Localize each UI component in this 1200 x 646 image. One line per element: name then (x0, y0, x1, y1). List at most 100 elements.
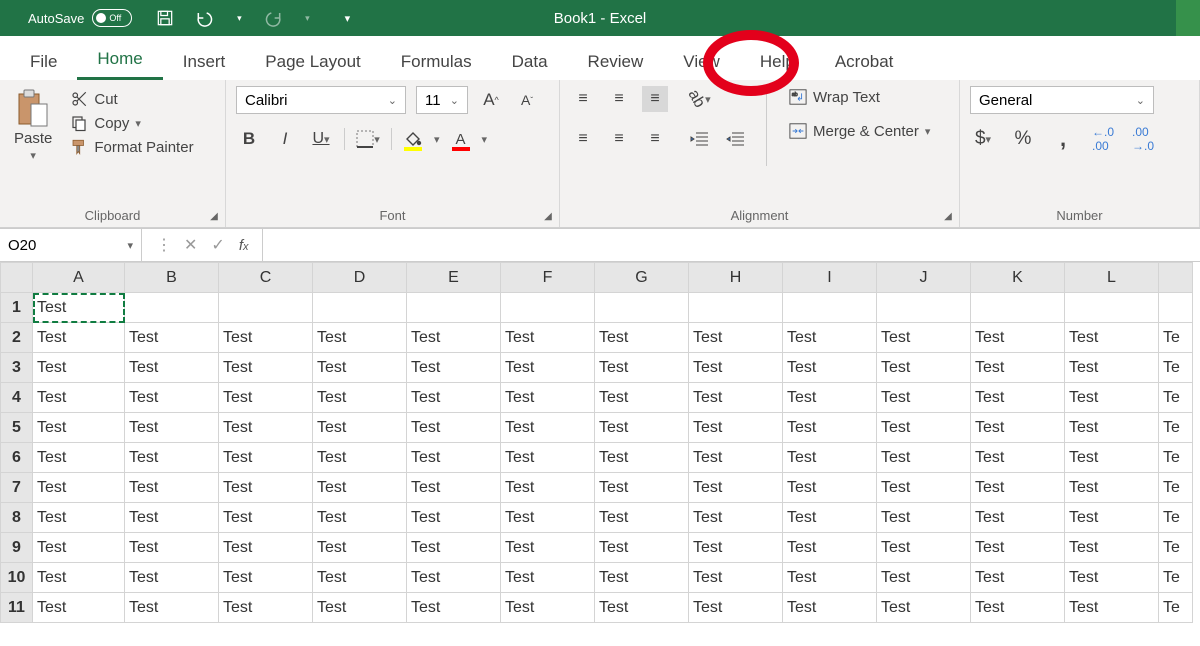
more-icon[interactable]: ⋮ (156, 235, 170, 255)
cell[interactable]: Test (125, 473, 219, 503)
cell[interactable]: Test (501, 413, 595, 443)
cell[interactable]: Test (783, 473, 877, 503)
enter-icon[interactable]: ✓ (211, 235, 224, 255)
cell[interactable]: Test (971, 533, 1065, 563)
cell[interactable]: Test (971, 473, 1065, 503)
cell[interactable]: Test (33, 383, 125, 413)
column-header[interactable]: J (877, 263, 971, 293)
cell[interactable]: Test (125, 323, 219, 353)
row-header[interactable]: 11 (1, 593, 33, 623)
cell[interactable]: Test (313, 503, 407, 533)
cell[interactable]: Test (33, 503, 125, 533)
align-center-icon[interactable]: ≡ (606, 126, 632, 152)
cell[interactable]: Test (1065, 413, 1159, 443)
row-header[interactable]: 1 (1, 293, 33, 323)
merge-center-button[interactable]: Merge & Center ▾ (785, 120, 934, 142)
cell[interactable]: Test (125, 593, 219, 623)
cell[interactable]: Test (877, 383, 971, 413)
row-header[interactable]: 8 (1, 503, 33, 533)
align-middle-icon[interactable]: ≡ (606, 86, 632, 112)
cell[interactable]: Test (501, 383, 595, 413)
cell[interactable]: Te (1159, 473, 1193, 503)
cell[interactable]: Test (125, 383, 219, 413)
cell[interactable]: Te (1159, 413, 1193, 443)
cell[interactable]: Test (125, 353, 219, 383)
cell[interactable]: Test (125, 533, 219, 563)
cell[interactable]: Test (501, 593, 595, 623)
wrap-text-button[interactable]: ab Wrap Text (785, 86, 934, 108)
cell[interactable]: Te (1159, 323, 1193, 353)
cell[interactable]: Test (313, 443, 407, 473)
cell[interactable]: Test (33, 533, 125, 563)
column-header[interactable]: B (125, 263, 219, 293)
cell[interactable]: Test (33, 593, 125, 623)
cell[interactable] (783, 293, 877, 323)
column-header[interactable] (1159, 263, 1193, 293)
cell[interactable]: Te (1159, 443, 1193, 473)
cell[interactable]: Test (33, 443, 125, 473)
cell[interactable]: Test (783, 563, 877, 593)
cell[interactable]: Test (407, 383, 501, 413)
number-format-select[interactable]: General ⌄ (970, 86, 1154, 114)
cell[interactable]: Test (313, 593, 407, 623)
dialog-launcher-icon[interactable]: ◢ (541, 209, 555, 223)
cell[interactable]: Test (877, 563, 971, 593)
cell[interactable]: Test (501, 533, 595, 563)
cell[interactable]: Test (783, 593, 877, 623)
row-header[interactable]: 9 (1, 533, 33, 563)
cell[interactable]: Test (877, 413, 971, 443)
cell[interactable]: Test (595, 593, 689, 623)
tab-insert[interactable]: Insert (163, 42, 246, 80)
cell[interactable]: Test (689, 503, 783, 533)
cell[interactable]: Test (219, 503, 313, 533)
cell[interactable] (219, 293, 313, 323)
tab-data[interactable]: Data (492, 42, 568, 80)
tab-review[interactable]: Review (568, 42, 664, 80)
cell[interactable]: Test (689, 413, 783, 443)
cell[interactable]: Test (689, 323, 783, 353)
cell[interactable]: Test (689, 593, 783, 623)
chevron-down-icon[interactable]: ▾ (434, 133, 440, 146)
cell[interactable]: Test (595, 503, 689, 533)
percent-button[interactable]: % (1010, 126, 1036, 152)
cell[interactable]: Test (33, 293, 125, 323)
cell[interactable]: Test (501, 503, 595, 533)
cell[interactable]: Test (877, 353, 971, 383)
cell[interactable]: Test (595, 383, 689, 413)
underline-button[interactable]: U ▾ (308, 126, 334, 152)
increase-font-icon[interactable]: A^ (478, 87, 504, 113)
cell[interactable]: Test (1065, 353, 1159, 383)
cell[interactable]: Test (501, 353, 595, 383)
cell[interactable]: Test (971, 383, 1065, 413)
cell[interactable]: Test (407, 503, 501, 533)
cell[interactable]: Test (219, 533, 313, 563)
cell[interactable]: Test (595, 323, 689, 353)
cell[interactable]: Test (971, 353, 1065, 383)
cell[interactable]: Test (971, 323, 1065, 353)
cell[interactable]: Test (689, 563, 783, 593)
row-header[interactable]: 4 (1, 383, 33, 413)
column-header[interactable]: F (501, 263, 595, 293)
cell[interactable] (125, 293, 219, 323)
redo-icon[interactable] (262, 7, 284, 29)
column-header[interactable]: K (971, 263, 1065, 293)
row-header[interactable]: 10 (1, 563, 33, 593)
column-header[interactable]: I (783, 263, 877, 293)
cell[interactable]: Test (595, 353, 689, 383)
row-header[interactable]: 7 (1, 473, 33, 503)
cell[interactable]: Test (689, 383, 783, 413)
cell[interactable]: Test (689, 533, 783, 563)
row-header[interactable]: 2 (1, 323, 33, 353)
font-color-button[interactable]: A (450, 126, 472, 152)
cell[interactable]: Test (783, 503, 877, 533)
cancel-icon[interactable]: ✕ (184, 235, 197, 255)
paste-button[interactable]: Paste ▾ (10, 86, 56, 164)
align-right-icon[interactable]: ≡ (642, 126, 668, 152)
cell[interactable]: Test (1065, 533, 1159, 563)
cell[interactable]: Test (971, 563, 1065, 593)
cell[interactable]: Te (1159, 383, 1193, 413)
bold-button[interactable]: B (236, 126, 262, 152)
tab-view[interactable]: View (663, 42, 740, 80)
cell[interactable]: Test (971, 593, 1065, 623)
align-bottom-icon[interactable]: ≡ (642, 86, 668, 112)
